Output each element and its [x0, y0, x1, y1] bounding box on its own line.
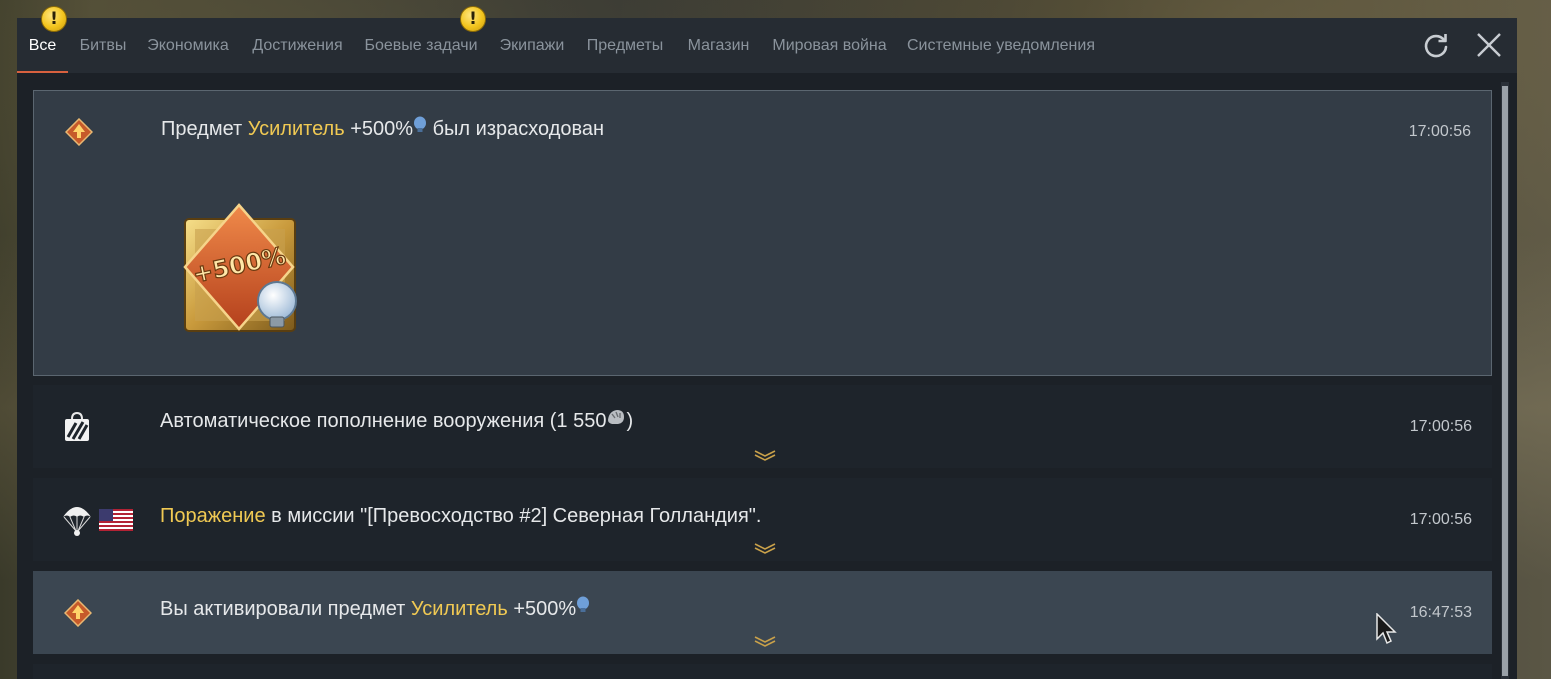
text-segment: в миссии "[Превосходство #2] Северная Го… — [265, 505, 762, 527]
notification-text: Автоматическое пополнение вооружения (1 … — [160, 408, 634, 433]
text-segment: Предмет — [161, 118, 248, 140]
silver-lion-icon — [606, 408, 626, 432]
text-segment: Вы активировали предмет — [160, 598, 411, 620]
tab-bar: Все Битвы Экономика Достижения Боевые за… — [17, 18, 1517, 73]
notification-text: Предмет Усилитель +500% был израсходован — [161, 116, 605, 141]
tab-label: Магазин — [687, 36, 750, 54]
repair-bag-icon — [61, 411, 93, 443]
notifications-window: Все Битвы Экономика Достижения Боевые за… — [17, 18, 1517, 679]
notification-time: 17:00:56 — [1408, 123, 1471, 140]
tab-label: Предметы — [586, 36, 664, 54]
tab-label: Битвы — [79, 36, 127, 54]
notification-item-partial[interactable] — [33, 664, 1492, 679]
notification-time: 17:00:56 — [1409, 418, 1472, 435]
chevron-down-icon[interactable] — [753, 542, 777, 554]
tab-items[interactable]: Предметы — [580, 18, 670, 73]
close-button[interactable] — [1474, 30, 1504, 60]
text-segment: ) — [626, 410, 634, 432]
tab-label: Мировая война — [772, 36, 887, 54]
refresh-button[interactable] — [1421, 30, 1451, 60]
research-bulb-icon — [576, 596, 590, 620]
refresh-icon — [1424, 34, 1448, 58]
notification-list: Предмет Усилитель +500% был израсходован… — [33, 90, 1493, 679]
booster-icon — [63, 598, 93, 628]
close-icon — [1477, 33, 1501, 57]
tab-label: Все — [28, 36, 57, 54]
mouse-cursor-icon — [1376, 613, 1397, 645]
text-segment: Автоматическое пополнение вооружения (1 … — [160, 410, 607, 432]
result-link[interactable]: Поражение — [160, 505, 266, 527]
notification-time: 17:00:56 — [1409, 511, 1472, 528]
text-segment: +500% — [507, 598, 577, 620]
parachute-icon — [61, 502, 93, 538]
notification-item-booster-activated[interactable]: Вы активировали предмет Усилитель +500% … — [33, 571, 1492, 654]
tab-label: Достижения — [252, 36, 343, 54]
notification-item-defeat[interactable]: Поражение в миссии "[Превосходство #2] С… — [33, 478, 1492, 561]
booster-item-card: +500% — [177, 201, 307, 341]
usa-flag-icon — [99, 508, 133, 532]
badge-symbol: ! — [50, 9, 58, 29]
tab-label: Боевые задачи — [364, 36, 478, 54]
research-bulb-icon — [413, 116, 427, 140]
chevron-down-icon[interactable] — [753, 449, 777, 461]
tab-system-notifications[interactable]: Системные уведомления — [903, 18, 1099, 73]
item-link[interactable]: Усилитель — [248, 118, 345, 140]
notification-time: 16:47:53 — [1409, 604, 1472, 621]
scrollbar-thumb[interactable] — [1502, 86, 1508, 676]
booster-icon — [64, 117, 94, 147]
notification-text: Вы активировали предмет Усилитель +500% — [160, 596, 590, 621]
notification-item-auto-refill[interactable]: Автоматическое пополнение вооружения (1 … — [33, 385, 1492, 468]
tab-economy[interactable]: Экономика — [138, 18, 238, 73]
badge-symbol: ! — [469, 9, 477, 29]
alert-badge-icon: ! — [41, 6, 67, 32]
tab-world-war[interactable]: Мировая война — [767, 18, 892, 73]
tab-label: Экипажи — [499, 36, 565, 54]
tab-achievements[interactable]: Достижения — [240, 18, 355, 73]
text-segment: +500% — [344, 118, 414, 140]
alert-badge-icon: ! — [460, 6, 486, 32]
notification-item-booster-used[interactable]: Предмет Усилитель +500% был израсходован… — [33, 90, 1492, 376]
scrollbar[interactable] — [1501, 82, 1509, 679]
tab-store[interactable]: Магазин — [681, 18, 756, 73]
chevron-down-icon[interactable] — [753, 635, 777, 647]
tab-crews[interactable]: Экипажи — [495, 18, 569, 73]
tab-battles[interactable]: Битвы — [68, 18, 138, 73]
text-segment: был израсходован — [427, 118, 605, 140]
notification-text: Поражение в миссии "[Превосходство #2] С… — [160, 505, 761, 528]
tab-label: Экономика — [147, 36, 229, 54]
tab-label: Системные уведомления — [907, 36, 1095, 54]
item-link[interactable]: Усилитель — [411, 598, 508, 620]
